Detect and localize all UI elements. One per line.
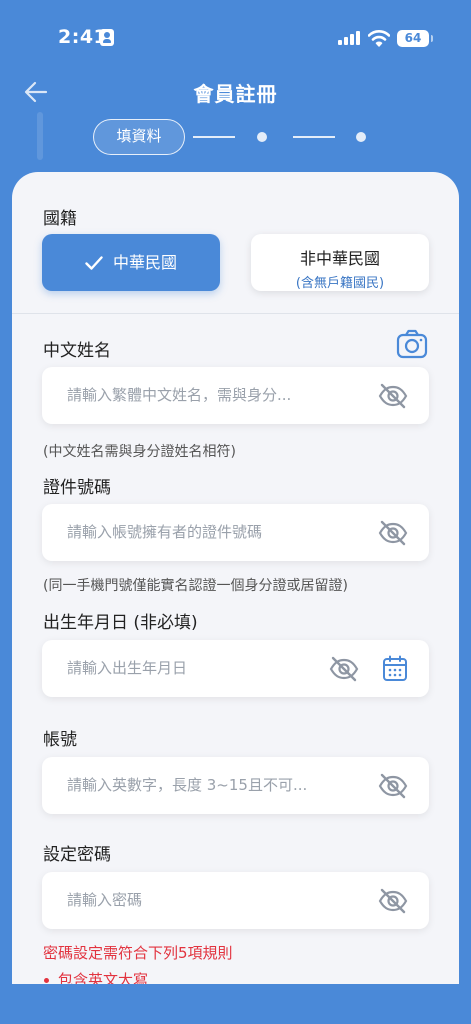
- account-label: 帳號: [43, 730, 77, 750]
- chinese-name-placeholder: 請輸入繁體中文姓名，需與身分...: [67, 386, 292, 404]
- signal-icon: [338, 31, 360, 45]
- step-dot-2: [257, 132, 267, 142]
- nationality-option-label: 中華民國: [112, 253, 177, 272]
- checkmark-icon: [85, 255, 103, 270]
- chinese-name-label: 中文姓名: [43, 341, 111, 361]
- eye-off-icon[interactable]: [329, 656, 359, 682]
- password-rule-item: 包含英文大寫: [43, 969, 148, 984]
- nationality-option-sublabel: (含無戶籍國民): [295, 276, 385, 291]
- account-input[interactable]: 請輸入英數字，長度 3~15且不可...: [42, 757, 429, 814]
- password-label: 設定密碼: [43, 845, 111, 865]
- eye-off-icon[interactable]: [378, 520, 408, 546]
- step-dot-3: [356, 132, 366, 142]
- eye-off-icon[interactable]: [378, 383, 408, 409]
- step-current-pill: 填資料: [93, 119, 185, 155]
- status-bar: 2:41 64: [0, 0, 471, 70]
- page-title: 會員註冊: [193, 82, 278, 106]
- nationality-option-roc[interactable]: 中華民國: [42, 234, 220, 291]
- contact-card-icon: [100, 29, 114, 46]
- birthday-placeholder: 請輸入出生年月日: [67, 659, 188, 677]
- id-number-placeholder: 請輸入帳號擁有者的證件號碼: [67, 523, 263, 541]
- bullet-icon: [44, 978, 49, 983]
- step-connector: [293, 136, 335, 138]
- id-number-label: 證件號碼: [43, 478, 111, 498]
- password-placeholder: 請輸入密碼: [67, 891, 143, 909]
- step-connector: [193, 136, 235, 138]
- camera-icon[interactable]: [396, 329, 428, 359]
- eye-off-icon[interactable]: [378, 773, 408, 799]
- wifi-icon: [368, 30, 390, 47]
- password-rules-title: 密碼設定需符合下列5項規則: [43, 944, 233, 962]
- calendar-icon[interactable]: [382, 655, 408, 682]
- registration-form-card: 國籍 中華民國 非中華民國 (含無戶籍國民) 中文姓名 請輸入繁體中文姓名，需與…: [12, 172, 459, 984]
- password-rule-text: 包含英文大寫: [58, 971, 149, 984]
- eye-off-icon[interactable]: [378, 888, 408, 914]
- chinese-name-input[interactable]: 請輸入繁體中文姓名，需與身分...: [42, 367, 429, 424]
- nationality-option-label: 非中華民國: [299, 249, 380, 268]
- id-number-input[interactable]: 請輸入帳號擁有者的證件號碼: [42, 504, 429, 561]
- nationality-label: 國籍: [43, 209, 77, 229]
- birthday-label: 出生年月日 (非必填): [43, 613, 198, 633]
- scroll-hint: [37, 112, 43, 160]
- id-number-hint: (同一手機門號僅能實名認證一個身分證或居留證): [43, 578, 348, 594]
- password-input[interactable]: 請輸入密碼: [42, 872, 429, 929]
- birthday-input[interactable]: 請輸入出生年月日: [42, 640, 429, 697]
- chinese-name-hint: (中文姓名需與身分證姓名相符): [43, 444, 236, 460]
- account-placeholder: 請輸入英數字，長度 3~15且不可...: [67, 776, 308, 794]
- section-divider: [12, 313, 459, 314]
- nationality-option-foreign[interactable]: 非中華民國 (含無戶籍國民): [251, 234, 429, 291]
- battery-icon: 64: [397, 30, 433, 47]
